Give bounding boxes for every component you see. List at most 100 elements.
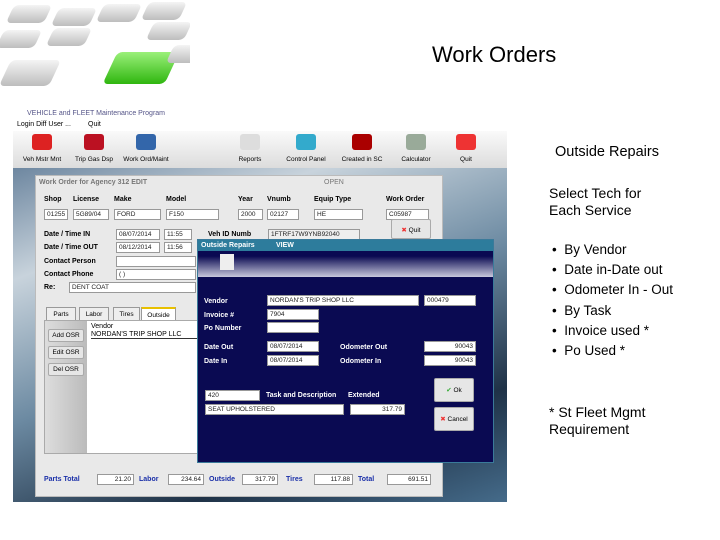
column-field[interactable]: 01255 [44, 209, 68, 220]
cancel-button[interactable]: ✖ Cancel [434, 407, 474, 431]
report-icon [240, 134, 260, 150]
close-icon [456, 134, 476, 150]
extended-label: Extended [348, 392, 380, 399]
slide-footnote: * St Fleet Mgmt Requirement [549, 404, 646, 437]
contact-phone-field[interactable]: ( ) [116, 269, 196, 280]
bullet-item: • Po Used * [552, 343, 626, 358]
vendor-label: Vendor [204, 298, 228, 305]
toolbar-button[interactable]: Trip Gas Dsp [65, 134, 123, 163]
total-label: Tires [286, 476, 303, 483]
app-title: VEHICLE and FLEET Maintenance Program [27, 110, 165, 117]
column-label: Vnumb [267, 196, 291, 203]
vehid-label: Veh ID Numb [208, 231, 252, 238]
column-field[interactable]: F150 [166, 209, 219, 220]
control-panel-icon [296, 134, 316, 150]
date-in-label: Date In [204, 358, 228, 365]
slide-intro: Select Tech for Each Service [549, 185, 642, 218]
time-out-field[interactable]: 11:56 [164, 242, 192, 253]
toolbar-button[interactable]: Work Ord/Maint [117, 134, 175, 163]
column-field[interactable]: 02127 [267, 209, 299, 220]
column-field[interactable]: FORD [114, 209, 161, 220]
dialog-mode: VIEW [276, 242, 294, 249]
osr-button[interactable]: Add OSR [48, 329, 84, 342]
po-label: Po Number [204, 325, 242, 332]
vendor-code-field[interactable]: 000479 [424, 295, 476, 306]
tab-parts[interactable]: Parts [46, 307, 76, 321]
date-out-field[interactable]: 08/12/2014 [116, 242, 160, 253]
calculator-icon [406, 134, 426, 150]
dialog-title: Outside Repairs [201, 242, 255, 249]
total-label: Labor [139, 476, 159, 483]
toolbar-button[interactable]: Control Panel [277, 134, 335, 163]
odometer-out-field[interactable]: 90043 [424, 341, 476, 352]
invoice-field[interactable]: 7904 [267, 309, 319, 320]
toolbar-button[interactable]: Quit [437, 134, 495, 163]
tab-tires[interactable]: Tires [113, 307, 140, 321]
work-order-status: OPEN [324, 179, 344, 186]
toolbar-button[interactable]: Veh Mstr Mnt [13, 134, 71, 163]
task-code-field[interactable]: 420 [205, 390, 260, 401]
date-in-field[interactable]: 08/07/2014 [267, 355, 319, 366]
contact-phone-label: Contact Phone [44, 271, 94, 278]
list-header-vendor: Vendor [91, 323, 114, 330]
bullet-item: • Date in-Date out [552, 262, 663, 278]
column-label: Year [238, 196, 253, 203]
total-field: 21.20 [97, 474, 134, 485]
quit-button[interactable]: ✖ Quit [391, 219, 431, 239]
date-out-field[interactable]: 08/07/2014 [267, 341, 319, 352]
column-label: Make [114, 196, 132, 203]
re-label: Re: [44, 284, 56, 291]
po-field[interactable] [267, 322, 319, 333]
vendor-field[interactable]: NORDAN'S TRIP SHOP LLC [267, 295, 419, 306]
tab-outside[interactable]: Outside [141, 307, 176, 321]
time-in-field[interactable]: 11:55 [164, 229, 192, 240]
work-order-header: Work Order for Agency 312 EDIT [39, 179, 148, 186]
date-out-label: Date / Time OUT [44, 244, 98, 251]
column-field[interactable]: 5G89/04 [73, 209, 109, 220]
car-icon [32, 134, 52, 150]
odometer-in-label: Odometer In [340, 358, 382, 365]
re-field[interactable]: DENT COAT [69, 282, 196, 293]
column-label: Shop [44, 196, 62, 203]
bullet-item: • By Vendor [552, 242, 627, 257]
date-in-label: Date / Time IN [44, 231, 91, 238]
tools-icon [136, 134, 156, 150]
toolbar-button[interactable]: Created in SC [333, 134, 391, 163]
osr-button[interactable]: Edit OSR [48, 346, 84, 359]
wrench-icon [220, 254, 234, 270]
contact-person-label: Contact Person [44, 258, 96, 265]
total-field: 691.51 [387, 474, 431, 485]
total-label: Parts Total [44, 476, 80, 483]
bullet-item: • Invoice used * [552, 322, 650, 338]
car-fleet-image [0, 0, 190, 112]
bullet-item: • By Task [552, 302, 612, 318]
extended-field[interactable]: 317.79 [350, 404, 405, 415]
outside-repairs-dialog: Outside Repairs VIEW Vendor NORDAN'S TRI… [197, 239, 494, 463]
column-label: Work Order [386, 196, 425, 203]
column-label: Equip Type [314, 196, 352, 203]
invoice-label: Invoice # [204, 312, 234, 319]
column-field[interactable]: HE [314, 209, 363, 220]
total-label: Total [358, 476, 375, 483]
contact-person-field[interactable] [116, 256, 196, 267]
menu-login[interactable]: Login Diff User ... [17, 121, 71, 128]
task-description-field[interactable]: SEAT UPHOLSTERED [205, 404, 344, 415]
list-row[interactable]: NORDAN'S TRIP SHOP LLC [91, 331, 201, 339]
odometer-in-field[interactable]: 90043 [424, 355, 476, 366]
column-label: Model [166, 196, 187, 203]
slide-subtitle: Outside Repairs [555, 144, 659, 160]
date-in-field[interactable]: 08/07/2014 [116, 229, 160, 240]
task-description-label: Task and Description [266, 392, 337, 399]
date-out-label: Date Out [204, 344, 234, 351]
toolbar-button[interactable]: Reports [221, 134, 279, 163]
total-field: 317.79 [242, 474, 278, 485]
total-label: Outside [209, 476, 236, 483]
tab-labor[interactable]: Labor [79, 307, 109, 321]
total-field: 117.88 [314, 474, 353, 485]
total-field: 234.64 [168, 474, 204, 485]
close-icon: ✖ [401, 227, 407, 234]
osr-button[interactable]: Del OSR [48, 363, 84, 376]
column-field[interactable]: 2000 [238, 209, 263, 220]
menu-quit[interactable]: Quit [88, 121, 101, 128]
ok-button[interactable]: ✔ Ok [434, 378, 474, 402]
